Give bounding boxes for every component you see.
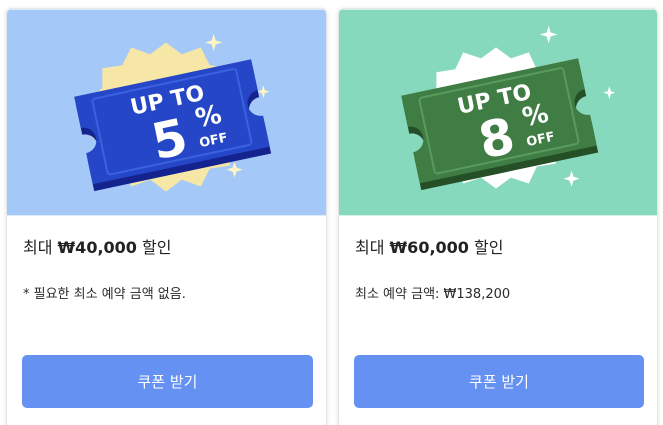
coupon-card-5-percent: UP TO 5 % OFF 최대 ₩40,000 할인 * 필요한 최소 예약 … [6, 8, 327, 425]
coupon-banner: UP TO 5 % OFF [7, 9, 326, 216]
title-prefix: 최대 [355, 238, 390, 257]
coupon-title: 최대 ₩40,000 할인 [23, 237, 171, 259]
ticket-illustration: UP TO 5 % OFF [7, 9, 326, 216]
minimum-booking-amount: 최소 예약 금액: ₩138,200 [355, 287, 511, 302]
max-discount-amount: ₩60,000 [389, 238, 469, 257]
title-prefix: 최대 [23, 238, 58, 257]
coupon-card-8-percent: UP TO 8 % OFF 최대 ₩60,000 할인 최소 예약 금액: ₩1… [338, 8, 658, 425]
title-suffix: 할인 [136, 238, 172, 257]
coupon-condition: * 필요한 최소 예약 금액 없음. [23, 287, 186, 302]
max-discount-amount: ₩40,000 [57, 238, 137, 257]
ticket-illustration: UP TO 8 % OFF [339, 9, 657, 216]
title-suffix: 할인 [468, 238, 504, 257]
coupon-banner: UP TO 8 % OFF [339, 9, 657, 216]
get-coupon-button[interactable]: 쿠폰 받기 [22, 355, 313, 408]
coupon-title: 최대 ₩60,000 할인 [355, 237, 503, 259]
get-coupon-button[interactable]: 쿠폰 받기 [354, 355, 644, 408]
